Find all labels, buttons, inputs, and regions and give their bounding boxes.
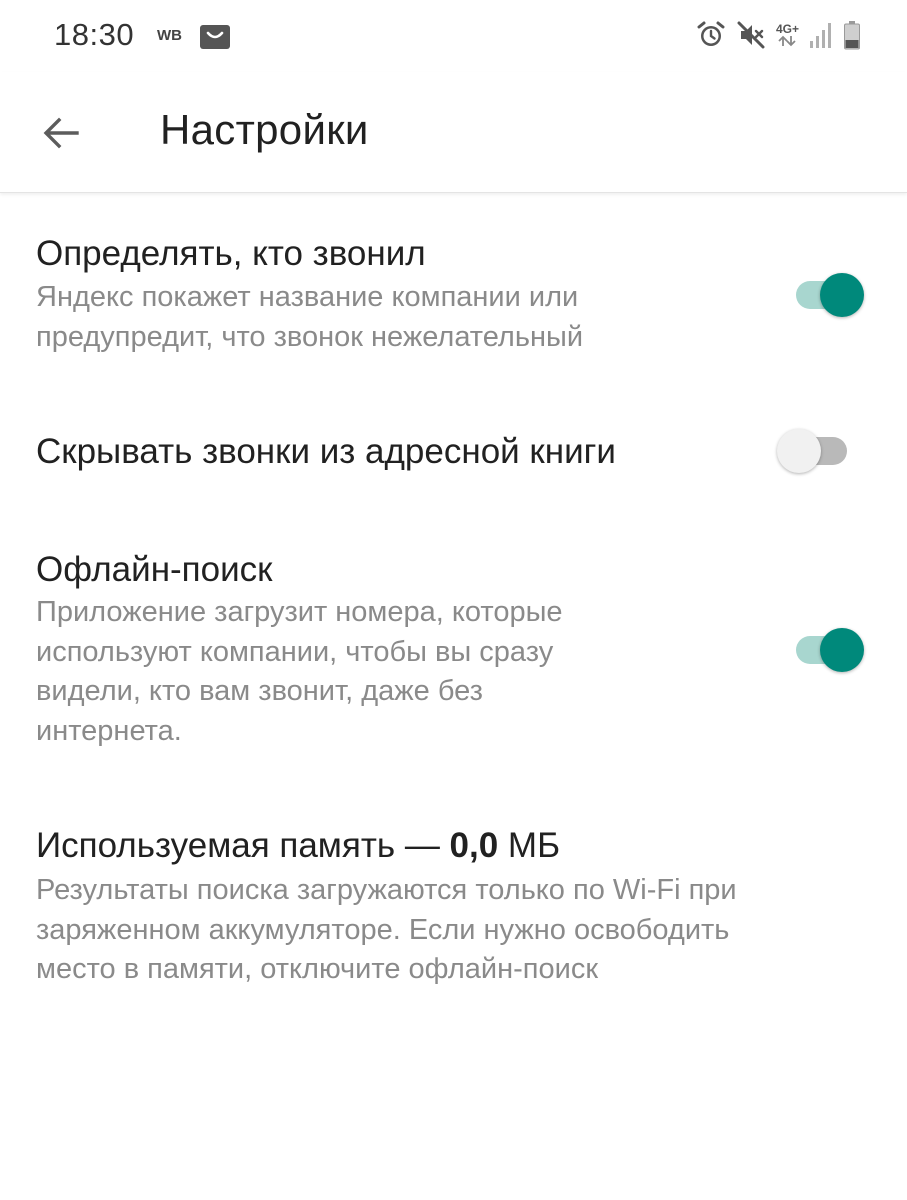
description-line: Приложение загрузит номера, которые xyxy=(36,596,563,628)
offline-search-toggle[interactable] xyxy=(796,625,866,673)
description-line: видели, кто вам звонит, даже без xyxy=(36,675,483,707)
status-time: 18:30 xyxy=(54,17,135,52)
wb-notification-icon: WB xyxy=(157,27,182,44)
setting-offline-search-title: Офлайн-поиск xyxy=(36,550,273,589)
description-line: Яндекс покажет название компании или xyxy=(36,281,579,313)
setting-caller-id-description: Яндекс покажет название компании или пре… xyxy=(36,278,583,357)
description-line: интернета. xyxy=(36,714,182,747)
memory-title-prefix: Используемая память — xyxy=(36,826,450,865)
setting-memory-description: Результаты поиска загружаются только по … xyxy=(36,871,737,990)
network-indicator: 4G+ xyxy=(776,23,799,47)
data-arrows-icon xyxy=(778,35,797,47)
hide-contacts-toggle[interactable] xyxy=(777,426,851,474)
setting-offline-search-description: Приложение загрузит номера, которые испо… xyxy=(36,593,563,751)
status-icons: 4G+ xyxy=(696,18,861,52)
back-button[interactable] xyxy=(30,102,92,164)
page-title: Настройки xyxy=(160,106,369,153)
signal-icon xyxy=(810,23,831,48)
toggle-thumb xyxy=(777,429,821,473)
alarm-icon xyxy=(697,21,725,46)
back-arrow-icon xyxy=(43,117,79,149)
setting-caller-id-title: Определять, кто звонил xyxy=(36,234,426,273)
description-line: используют компании, чтобы вы сразу xyxy=(36,635,554,668)
mute-icon xyxy=(737,21,765,49)
app-bar: Настройки xyxy=(0,72,907,193)
caller-id-toggle[interactable] xyxy=(796,270,866,318)
description-line: место в памяти, отключите офлайн-поиск xyxy=(36,953,599,985)
network-type-label: 4G+ xyxy=(775,22,799,36)
toggle-thumb xyxy=(820,273,864,317)
description-line: Результаты поиска загружаются только по … xyxy=(36,874,737,906)
setting-hide-contacts-title: Скрывать звонки из адресной книги xyxy=(36,432,616,471)
battery-icon xyxy=(844,21,860,50)
memory-unit: МБ xyxy=(498,826,561,865)
status-bar: 18:30 WB 4G+ xyxy=(0,0,907,72)
setting-memory-title: Используемая память — 0,0 МБ xyxy=(36,825,560,867)
shopping-bag-icon xyxy=(200,25,230,49)
memory-value: 0,0 xyxy=(449,826,499,865)
description-line: заряженном аккумуляторе. Если нужно осво… xyxy=(36,913,730,946)
toggle-thumb xyxy=(820,628,864,672)
description-line: предупредит, что звонок нежелательный xyxy=(36,320,584,353)
